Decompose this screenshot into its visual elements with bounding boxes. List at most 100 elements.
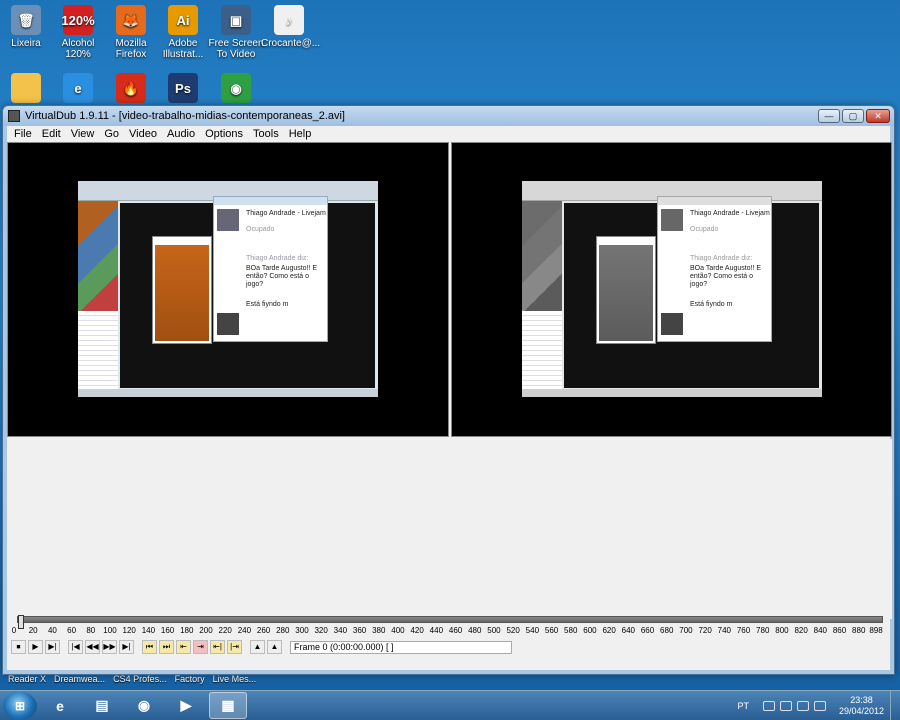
clock[interactable]: 23:38 29/04/2012 [839,695,884,717]
desktop-icon-photoshop[interactable]: Ps [155,73,211,106]
timeline-track[interactable] [17,615,883,629]
frame-layer-list [522,311,562,389]
desktop-icon-label: Alcohol 120% [61,38,95,60]
next-frame-button[interactable]: ▶| [119,640,134,654]
menu-tools[interactable]: Tools [248,128,284,140]
output-video-pane[interactable]: Thiago Andrade - Livejam Ocupado Thiago … [451,142,892,437]
frame-chat-window: Thiago Andrade - Livejam Ocupado Thiago … [657,196,772,342]
scene-fwd-button[interactable]: ▲ [267,640,282,654]
desktop-icon-labels-row: Reader X Dreamwea... CS4 Profes... Factory L… [0,674,900,688]
menu-audio[interactable]: Audio [162,128,200,140]
stop-button[interactable]: ⏹ [11,640,26,654]
ie-icon: e [56,697,64,714]
title-bar[interactable]: VirtualDub 1.9.11 - [video-trabalho-midi… [3,106,894,126]
next-key-button[interactable]: ⇥ [193,640,208,654]
menu-go[interactable]: Go [99,128,124,140]
ie-icon: e [63,73,93,103]
go-start-button[interactable]: ⏮ [142,640,157,654]
desktop-icon-label: Mozilla Firefox [115,38,147,60]
desktop-icon-illustrator[interactable]: Ai Adobe Illustrat... [155,5,211,60]
system-tray: PT 23:38 29/04/2012 [737,690,900,720]
timeline-tick-label: 620 [602,626,616,635]
prev-key-button[interactable]: ⇤ [176,640,191,654]
chat-message: BOa Tarde Augusto!! E então? Como está o… [690,265,762,288]
menu-help[interactable]: Help [284,128,317,140]
mark-in-button[interactable]: ⇤| [210,640,225,654]
desktop-icon-recycle-bin[interactable]: 🗑 Lixeira [0,5,54,49]
chat-typing: Está fiyndo m [690,301,733,308]
taskbar: ⊞ e ▤ ◉ ▶ ▦ PT 23:38 29/04/2012 [0,690,900,720]
timeline-tick-label: 360 [352,626,367,635]
timeline-tick-label: 0 [11,626,17,635]
recycle-bin-icon: 🗑 [11,5,41,35]
timeline-tick-label: 880 [852,626,866,635]
desktop-icon-firefox[interactable]: 🦊 Mozilla Firefox [103,5,159,60]
show-desktop-button[interactable] [890,690,900,720]
timeline-tick-label: 600 [583,626,597,635]
menu-view[interactable]: View [66,128,100,140]
taskbar-folder-button[interactable]: ▤ [83,692,121,719]
desktop-icon-ie[interactable]: e [50,73,106,106]
alcohol-120-icon: 120% [61,5,95,35]
menu-edit[interactable]: Edit [37,128,66,140]
maximize-button[interactable]: ▢ [842,109,864,123]
timeline-tick-label: 180 [180,626,194,635]
timeline-tick-label: 160 [160,626,175,635]
window-title: VirtualDub 1.9.11 - [video-trabalho-midi… [25,110,345,122]
menu-options[interactable]: Options [200,128,248,140]
monitor-icon[interactable] [796,700,809,711]
output-video-frame: Thiago Andrade - Livejam Ocupado Thiago … [522,181,822,397]
folder-icon [11,73,41,103]
desktop-icon-mp3-file[interactable]: ♪ Crocante@... [261,5,320,49]
desktop-icon-label: Lixeira [11,38,41,49]
menu-file[interactable]: File [9,128,37,140]
taskbar-chrome-button[interactable]: ◉ [125,692,163,719]
prev-frame-button[interactable]: |◀ [68,640,83,654]
start-button[interactable]: ⊞ [3,691,37,720]
timeline-tick-label: 380 [372,626,386,635]
menu-video[interactable]: Video [124,128,162,140]
client-area: File Edit View Go Video Audio Options To… [7,126,892,670]
workspace-background [7,439,892,619]
close-button[interactable]: ✕ [866,109,890,123]
taskbar-media-player-button[interactable]: ▶ [167,692,205,719]
ghost-label: Reader X [8,674,47,684]
chat-header [658,197,771,205]
chat-status: Ocupado [246,226,275,233]
play-input-button[interactable]: ▶ [28,640,43,654]
mark-out-button[interactable]: |⇥ [227,640,242,654]
timeline-tick-label: 400 [391,626,405,635]
flag-icon[interactable] [762,700,775,711]
desktop-icon-folder[interactable] [0,73,54,106]
photoshop-icon: Ps [168,73,198,103]
virtualdub-app-icon [8,110,20,122]
taskbar-virtualdub-button[interactable]: ▦ [209,692,247,719]
scene-back-button[interactable]: ▲ [250,640,265,654]
timeline-tick-label: 680 [660,626,674,635]
desktop-icon-fire[interactable]: 🔥 [103,73,159,106]
rewind-button[interactable]: ◀◀ [85,640,100,654]
desktop-icon-chrome[interactable]: ◉ [208,73,264,106]
timeline-tick-label: 640 [621,626,636,635]
timeline-tick-label: 220 [218,626,232,635]
go-end-button[interactable]: ⏭ [159,640,174,654]
input-video-pane[interactable]: Thiago Andrade - Livejam Ocupado Thiago … [7,142,449,437]
timeline-tick-label: 860 [832,626,847,635]
language-indicator[interactable]: PT [737,701,749,711]
forward-button[interactable]: ▶▶ [102,640,117,654]
desktop-icon-label: Adobe Illustrat... [162,38,204,60]
minimize-button[interactable]: — [818,109,840,123]
timeline-tick-label: 320 [314,626,328,635]
timeline-tick-label: 260 [256,626,271,635]
network-icon[interactable] [779,700,792,711]
timeline-tick-label: 40 [47,626,57,635]
chat-avatar [217,209,239,231]
taskbar-ie-button[interactable]: e [41,692,79,719]
ghost-label: CS4 Profes... [113,674,167,684]
timeline-tick-label: 300 [295,626,309,635]
desktop-icon-alcohol-120[interactable]: 120% Alcohol 120% [50,5,106,60]
desktop-icon-screen-video[interactable]: ▣ Free Screen To Video [208,5,264,60]
frame-position-label: Frame 0 (0:00:00.000) [ ] [290,640,512,654]
play-output-button[interactable]: ▶| [45,640,60,654]
volume-icon[interactable] [813,700,826,711]
